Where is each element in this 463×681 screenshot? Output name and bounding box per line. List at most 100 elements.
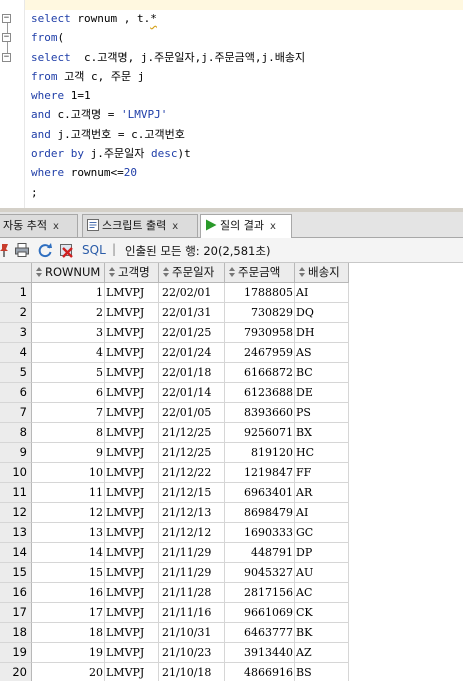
cell-customer-name[interactable]: LMVPJ [105, 623, 159, 643]
cell-customer-name[interactable]: LMVPJ [105, 383, 159, 403]
print-icon[interactable] [14, 242, 30, 258]
cell-rownum[interactable]: 16 [32, 583, 105, 603]
cell-ship-to[interactable]: DP [295, 543, 349, 563]
cell-ship-to[interactable]: HC [295, 443, 349, 463]
close-icon[interactable]: x [53, 221, 59, 232]
row-number[interactable]: 10 [0, 463, 32, 483]
cell-customer-name[interactable]: LMVPJ [105, 483, 159, 503]
column-header-order-date[interactable]: 주문일자 [159, 263, 225, 283]
row-number[interactable]: 9 [0, 443, 32, 463]
sql-worksheet-editor[interactable]: − − − select rownum , t.* from(select c.고… [0, 0, 463, 208]
cell-customer-name[interactable]: LMVPJ [105, 303, 159, 323]
cell-ship-to[interactable]: PS [295, 403, 349, 423]
cell-order-date[interactable]: 21/10/23 [159, 643, 225, 663]
row-number[interactable]: 8 [0, 423, 32, 443]
cell-ship-to[interactable]: BK [295, 623, 349, 643]
cell-order-date[interactable]: 21/12/22 [159, 463, 225, 483]
sql-code[interactable]: select rownum , t.* from(select c.고객명, j.… [31, 9, 305, 202]
cell-customer-name[interactable]: LMVPJ [105, 663, 159, 681]
cell-order-amount[interactable]: 9256071 [225, 423, 295, 443]
cell-rownum[interactable]: 4 [32, 343, 105, 363]
cell-order-date[interactable]: 22/01/25 [159, 323, 225, 343]
cell-ship-to[interactable]: CK [295, 603, 349, 623]
code-line[interactable]: ; [31, 183, 305, 202]
row-number[interactable]: 7 [0, 403, 32, 423]
row-number[interactable]: 11 [0, 483, 32, 503]
cell-customer-name[interactable]: LMVPJ [105, 423, 159, 443]
row-number[interactable]: 20 [0, 663, 32, 681]
cell-rownum[interactable]: 11 [32, 483, 105, 503]
cell-rownum[interactable]: 5 [32, 363, 105, 383]
row-number[interactable]: 4 [0, 343, 32, 363]
fold-toggle-icon[interactable]: − [2, 14, 11, 23]
cell-order-amount[interactable]: 2817156 [225, 583, 295, 603]
fold-toggle-icon[interactable]: − [2, 53, 11, 62]
row-number[interactable]: 18 [0, 623, 32, 643]
sort-icon[interactable] [229, 264, 235, 277]
cell-order-amount[interactable]: 9045327 [225, 563, 295, 583]
row-number[interactable]: 14 [0, 543, 32, 563]
row-number[interactable]: 6 [0, 383, 32, 403]
row-number[interactable]: 1 [0, 283, 32, 303]
cell-customer-name[interactable]: LMVPJ [105, 363, 159, 383]
sql-button[interactable]: SQL [82, 243, 106, 257]
cell-ship-to[interactable]: DQ [295, 303, 349, 323]
cell-ship-to[interactable]: AZ [295, 643, 349, 663]
cell-order-amount[interactable]: 2467959 [225, 343, 295, 363]
cell-customer-name[interactable]: LMVPJ [105, 643, 159, 663]
cell-rownum[interactable]: 19 [32, 643, 105, 663]
sort-icon[interactable] [163, 264, 169, 277]
cell-order-amount[interactable]: 819120 [225, 443, 295, 463]
cell-rownum[interactable]: 17 [32, 603, 105, 623]
cell-order-date[interactable]: 22/01/05 [159, 403, 225, 423]
row-number[interactable]: 15 [0, 563, 32, 583]
cell-customer-name[interactable]: LMVPJ [105, 443, 159, 463]
sort-icon[interactable] [299, 264, 305, 277]
refresh-icon[interactable] [37, 242, 53, 258]
row-number[interactable]: 16 [0, 583, 32, 603]
cell-rownum[interactable]: 1 [32, 283, 105, 303]
cell-order-amount[interactable]: 1219847 [225, 463, 295, 483]
code-line[interactable]: and c.고객명 = 'LMVPJ' [31, 105, 305, 124]
code-line[interactable]: and j.고객번호 = c.고객번호 [31, 125, 305, 144]
cell-order-date[interactable]: 21/12/25 [159, 443, 225, 463]
cell-ship-to[interactable]: BS [295, 663, 349, 681]
cell-rownum[interactable]: 9 [32, 443, 105, 463]
cell-order-amount[interactable]: 8698479 [225, 503, 295, 523]
cell-order-amount[interactable]: 9661069 [225, 603, 295, 623]
cell-order-amount[interactable]: 8393660 [225, 403, 295, 423]
cell-rownum[interactable]: 8 [32, 423, 105, 443]
code-line[interactable]: where 1=1 [31, 86, 305, 105]
cell-ship-to[interactable]: FF [295, 463, 349, 483]
pin-icon[interactable] [0, 242, 12, 258]
cell-customer-name[interactable]: LMVPJ [105, 503, 159, 523]
cell-order-date[interactable]: 21/12/25 [159, 423, 225, 443]
cell-rownum[interactable]: 6 [32, 383, 105, 403]
cell-order-amount[interactable]: 1690333 [225, 523, 295, 543]
row-number[interactable]: 17 [0, 603, 32, 623]
close-icon[interactable]: x [270, 221, 276, 232]
cell-order-date[interactable]: 22/01/24 [159, 343, 225, 363]
row-number[interactable]: 13 [0, 523, 32, 543]
cell-ship-to[interactable]: BC [295, 363, 349, 383]
cell-customer-name[interactable]: LMVPJ [105, 323, 159, 343]
cell-ship-to[interactable]: DH [295, 323, 349, 343]
cell-order-amount[interactable]: 6463777 [225, 623, 295, 643]
cell-customer-name[interactable]: LMVPJ [105, 543, 159, 563]
cell-rownum[interactable]: 14 [32, 543, 105, 563]
code-line[interactable]: from( [31, 28, 305, 47]
cell-order-date[interactable]: 22/02/01 [159, 283, 225, 303]
cell-order-amount[interactable]: 6963401 [225, 483, 295, 503]
cell-rownum[interactable]: 20 [32, 663, 105, 681]
cell-order-date[interactable]: 21/12/13 [159, 503, 225, 523]
cell-rownum[interactable]: 7 [32, 403, 105, 423]
code-line[interactable]: where rownum<=20 [31, 163, 305, 182]
row-number[interactable]: 12 [0, 503, 32, 523]
cell-ship-to[interactable]: AI [295, 503, 349, 523]
code-line[interactable]: select rownum , t.* [31, 9, 305, 28]
cell-order-date[interactable]: 22/01/14 [159, 383, 225, 403]
code-line[interactable]: order by j.주문일자 desc)t [31, 144, 305, 163]
row-number[interactable]: 5 [0, 363, 32, 383]
cell-rownum[interactable]: 3 [32, 323, 105, 343]
cell-order-date[interactable]: 21/11/29 [159, 563, 225, 583]
